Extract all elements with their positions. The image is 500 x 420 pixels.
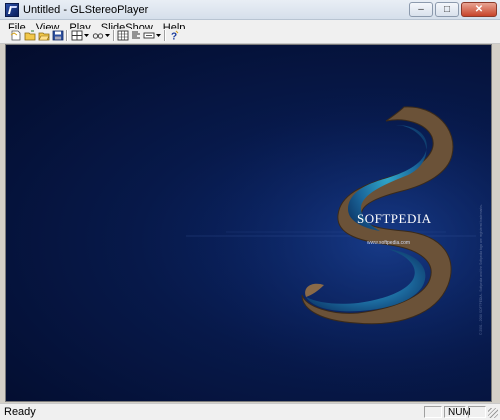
app-icon[interactable] [5, 2, 19, 17]
close-button[interactable]: ✕ [461, 2, 497, 17]
resize-grip[interactable] [488, 408, 498, 418]
minimize-button[interactable]: – [409, 2, 433, 17]
svg-text:?: ? [171, 32, 177, 42]
open-icon[interactable] [24, 30, 36, 41]
toolbar-separator [113, 30, 115, 41]
new-icon[interactable] [10, 30, 22, 41]
window-title: Untitled - GLStereoPlayer [23, 3, 149, 16]
grid-icon[interactable] [117, 30, 129, 41]
watermark-logo: SOFTPEDIA [357, 211, 432, 226]
dropdown-icon[interactable] [104, 30, 111, 41]
status-bar: Ready NUM [0, 403, 500, 420]
open-folder-icon[interactable] [38, 30, 50, 41]
toolbar-separator [66, 30, 68, 41]
window-controls: – □ ✕ [409, 2, 497, 17]
displayed-image: SOFTPEDIA www.softpedia.com © 2001 - 200… [6, 45, 491, 401]
help-icon[interactable]: ? [168, 30, 180, 41]
watermark-url: www.softpedia.com [367, 240, 410, 246]
maximize-button[interactable]: □ [435, 2, 459, 17]
num-lock-indicator: NUM [444, 406, 471, 418]
stereo-mode-icon[interactable] [92, 30, 104, 41]
title-bar[interactable]: Untitled - GLStereoPlayer – □ ✕ [0, 0, 500, 20]
status-text: Ready [4, 406, 36, 418]
dropdown-icon[interactable] [83, 30, 90, 41]
layout-icon[interactable] [71, 30, 83, 41]
image-viewport[interactable]: SOFTPEDIA www.softpedia.com © 2001 - 200… [5, 44, 492, 402]
toolbar-separator [164, 30, 166, 41]
display-mode-icon[interactable] [143, 30, 155, 41]
status-panel-empty [424, 406, 442, 418]
status-panel-empty [468, 406, 486, 418]
align-icon[interactable] [130, 30, 142, 41]
watermark-side-note: © 2001 - 2008 SOFTPEDIA - Softpedia and … [479, 204, 483, 335]
dropdown-icon[interactable] [155, 30, 162, 41]
save-icon[interactable] [52, 30, 64, 41]
